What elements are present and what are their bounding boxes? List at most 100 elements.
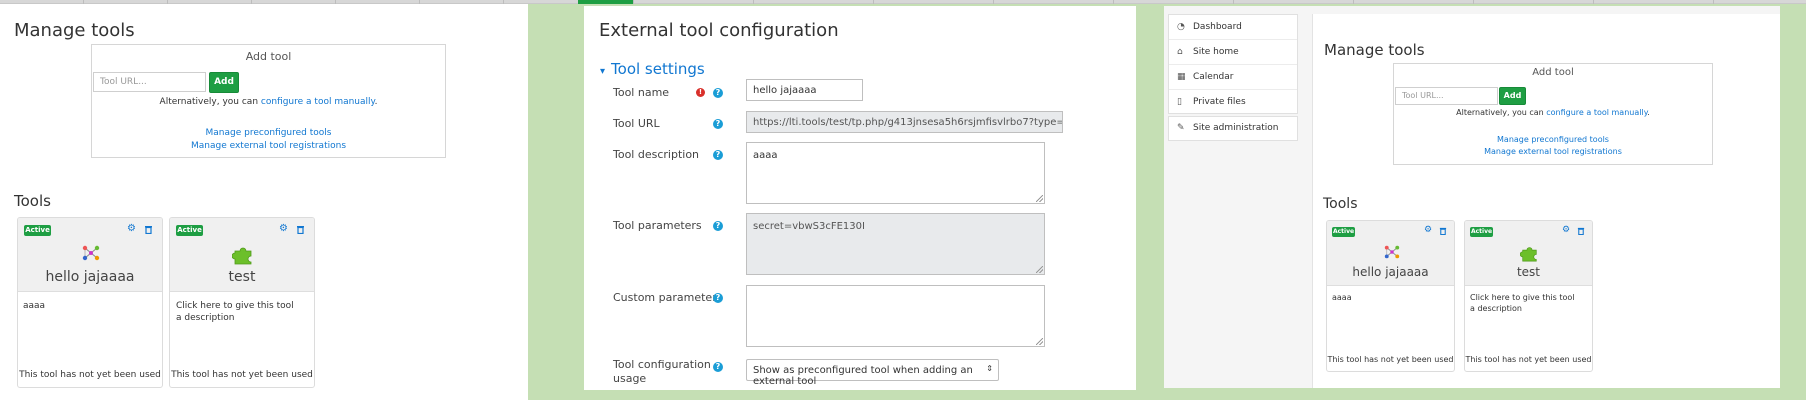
trash-icon[interactable]: [1577, 227, 1585, 235]
gear-icon[interactable]: ⚙: [279, 223, 288, 234]
tool-name: test: [228, 269, 256, 285]
strip-tab: [874, 0, 994, 4]
tool-settings-section[interactable]: ▾ Tool settings: [600, 60, 705, 78]
nav-item-dashboard[interactable]: ◔ Dashboard: [1169, 15, 1297, 40]
collapse-caret-icon[interactable]: ▾: [600, 66, 605, 77]
alternatively-text: Alternatively, you can configure a tool …: [92, 97, 445, 107]
section-label: Tool settings: [611, 60, 705, 78]
strip-tab: [754, 0, 874, 4]
tool-description[interactable]: aaaa: [23, 300, 159, 312]
tool-name: hello jajaaaa: [1352, 265, 1429, 279]
select-arrows-icon: ⇕: [986, 364, 993, 373]
tool-usage-text: This tool has not yet been used: [171, 370, 313, 380]
tool-configuration-panel: External tool configuration ▾ Tool settin…: [584, 6, 1136, 390]
manage-registrations-link[interactable]: Manage external tool registrations: [1394, 147, 1712, 156]
alt-end: .: [1647, 108, 1650, 117]
configure-manually-link[interactable]: configure a tool manually: [261, 97, 375, 107]
strip-tab: [1114, 0, 1234, 4]
tool-parameters-textarea[interactable]: secret=vbwS3cFE130I: [746, 213, 1045, 275]
trash-icon[interactable]: [144, 225, 153, 234]
tool-url-input[interactable]: Tool URL...: [93, 72, 206, 92]
tool-name-input[interactable]: hello jajaaaa: [746, 79, 863, 101]
manage-preconfigured-link[interactable]: Manage preconfigured tools: [92, 128, 445, 138]
configure-manually-link[interactable]: configure a tool manually: [1546, 108, 1647, 117]
config-title: External tool configuration: [599, 20, 839, 41]
tool-usage-text: This tool has not yet been used: [19, 370, 161, 380]
file-icon: ▯: [1177, 97, 1182, 107]
tool-url-label: Tool URL: [613, 117, 660, 130]
add-button[interactable]: Add: [1499, 87, 1526, 105]
home-icon: ⌂: [1177, 47, 1183, 57]
tools-heading: Tools: [14, 192, 51, 210]
tool-usage-text: This tool has not yet been used: [1465, 355, 1592, 364]
resize-grip-icon[interactable]: [1036, 195, 1043, 202]
tool-description-value: aaaa: [753, 150, 778, 161]
tool-url-input[interactable]: https://lti.tools/test/tp.php/g413jnsesa…: [746, 111, 1063, 133]
gear-icon[interactable]: ⚙: [127, 223, 136, 234]
calendar-icon: ▦: [1177, 72, 1186, 82]
nav-item-calendar[interactable]: ▦ Calendar: [1169, 65, 1297, 90]
help-icon[interactable]: ?: [713, 362, 723, 372]
tool-parameters-value: secret=vbwS3cFE130I: [753, 221, 865, 232]
network-icon: [1384, 245, 1400, 259]
nav-label: Site administration: [1193, 123, 1279, 133]
alternatively-text: Alternatively, you can configure a tool …: [1394, 108, 1712, 117]
custom-parameters-label: Custom parameters: [613, 291, 723, 304]
tool-url-input[interactable]: Tool URL...: [1395, 87, 1498, 105]
help-icon[interactable]: ?: [713, 119, 723, 129]
strip-tab: [1234, 0, 1354, 4]
add-button[interactable]: Add: [209, 72, 239, 93]
add-tool-box: Add tool Tool URL... Add Alternatively, …: [1393, 63, 1713, 165]
admin-block: ✎ Site administration: [1168, 116, 1298, 141]
tool-description-textarea[interactable]: aaaa: [746, 142, 1045, 204]
tool-card[interactable]: Active ⚙ test Click here to give this to…: [169, 217, 315, 388]
custom-parameters-textarea[interactable]: [746, 285, 1045, 347]
nav-label: Calendar: [1193, 72, 1234, 82]
help-icon[interactable]: ?: [713, 150, 723, 160]
nav-item-site-administration[interactable]: ✎ Site administration: [1169, 117, 1297, 140]
trash-icon[interactable]: [296, 225, 305, 234]
strip-tab: [1354, 0, 1474, 4]
strip-tab: [994, 0, 1114, 4]
strip-tab-active: [578, 0, 634, 4]
wrench-icon: ✎: [1177, 123, 1185, 133]
gear-icon[interactable]: ⚙: [1424, 225, 1432, 235]
alt-text: Alternatively, you can: [1456, 108, 1547, 117]
tool-card[interactable]: Active ⚙ hello jajaaaa aaaa This tool ha…: [1326, 220, 1455, 372]
strip-tab: [1594, 0, 1714, 4]
gear-icon[interactable]: ⚙: [1562, 225, 1570, 235]
selected-value: Show as preconfigured tool when adding a…: [753, 365, 973, 387]
help-icon[interactable]: ?: [713, 88, 723, 98]
strip-tab: [1474, 0, 1594, 4]
tool-configuration-usage-select[interactable]: Show as preconfigured tool when adding a…: [746, 359, 999, 387]
tool-description[interactable]: aaaa: [1332, 292, 1452, 303]
manage-registrations-link[interactable]: Manage external tool registrations: [92, 141, 445, 151]
label-line2: usage: [613, 372, 647, 385]
help-icon[interactable]: ?: [713, 221, 723, 231]
tool-usage-text: This tool has not yet been used: [1327, 355, 1454, 364]
dashboard-icon: ◔: [1177, 22, 1185, 32]
trash-icon[interactable]: [1439, 227, 1447, 235]
alt-end: .: [374, 97, 378, 107]
tool-card[interactable]: Active ⚙ hello jajaaaa aaaa This tool ha…: [17, 217, 163, 388]
nav-item-site-home[interactable]: ⌂ Site home: [1169, 40, 1297, 65]
tool-card-header: Active ⚙ hello jajaaaa: [1327, 221, 1454, 286]
manage-preconfigured-link[interactable]: Manage preconfigured tools: [1394, 135, 1712, 144]
add-tool-label: Add tool: [245, 50, 292, 63]
nav-label: Dashboard: [1193, 22, 1242, 32]
tool-description[interactable]: Click here to give this tool a descripti…: [1470, 292, 1580, 314]
network-icon: [82, 245, 100, 261]
nav-label: Private files: [1193, 97, 1246, 107]
active-badge: Active: [24, 225, 51, 236]
resize-grip-icon[interactable]: [1036, 266, 1043, 273]
required-icon: !: [696, 88, 705, 97]
tool-card-header: Active ⚙ test: [1465, 221, 1592, 286]
tool-card[interactable]: Active ⚙ test Click here to give this to…: [1464, 220, 1593, 372]
resize-grip-icon[interactable]: [1036, 338, 1043, 345]
add-tool-box: Add tool Tool URL... Add Alternatively, …: [91, 44, 446, 158]
active-badge: Active: [1470, 227, 1493, 237]
strip-tab: [634, 0, 754, 4]
help-icon[interactable]: ?: [713, 293, 723, 303]
nav-item-private-files[interactable]: ▯ Private files: [1169, 90, 1297, 115]
tool-description[interactable]: Click here to give this tool a descripti…: [176, 300, 296, 324]
